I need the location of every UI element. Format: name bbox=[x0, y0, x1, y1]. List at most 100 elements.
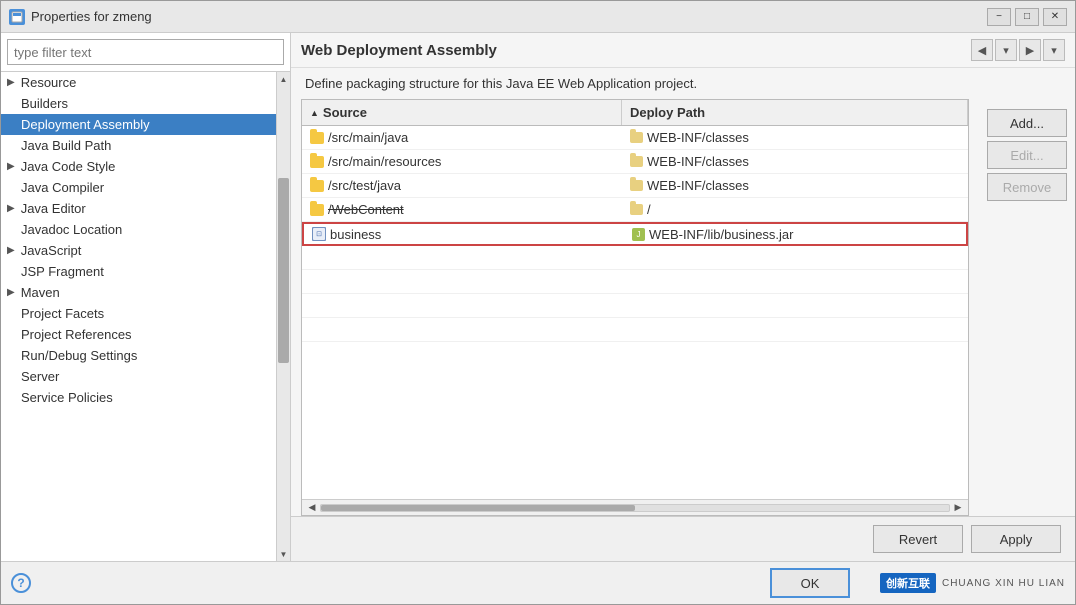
sidebar-item-label: Javadoc Location bbox=[21, 222, 122, 237]
window-controls: − □ ✕ bbox=[987, 8, 1067, 26]
source-cell: /src/main/resources bbox=[302, 150, 622, 173]
table-header: ▲ Source Deploy Path bbox=[302, 100, 968, 126]
scroll-down-button[interactable]: ▼ bbox=[277, 547, 291, 561]
right-main: ▲ Source Deploy Path bbox=[291, 99, 979, 516]
right-top-bar: Web Deployment Assembly ◀ ▾ ▶ ▾ bbox=[291, 33, 1075, 68]
sidebar-item-label: Project Facets bbox=[21, 306, 104, 321]
folder-icon bbox=[630, 156, 643, 167]
source-column-header: ▲ Source bbox=[302, 100, 622, 125]
sidebar-item-run-debug-settings[interactable]: Run/Debug Settings bbox=[1, 345, 276, 366]
sidebar-item-label: Run/Debug Settings bbox=[21, 348, 137, 363]
scrollbar-thumb[interactable] bbox=[321, 505, 635, 511]
left-panel: ▶ Resource Builders Deployment Assembly … bbox=[1, 33, 291, 561]
back-button[interactable]: ◀ bbox=[971, 39, 993, 61]
deploy-cell: / bbox=[622, 198, 968, 221]
right-panel: Web Deployment Assembly ◀ ▾ ▶ ▾ bbox=[291, 33, 1075, 561]
back-dropdown-button[interactable]: ▾ bbox=[995, 39, 1017, 61]
sidebar-item-label: Java Build Path bbox=[21, 138, 111, 153]
table-row[interactable] bbox=[302, 270, 968, 294]
scrollbar-track bbox=[320, 504, 950, 512]
sidebar-item-label: Java Editor bbox=[21, 201, 86, 216]
deploy-cell: J WEB-INF/lib/business.jar bbox=[624, 224, 966, 244]
deploy-value: / bbox=[647, 202, 651, 217]
jar-icon: J bbox=[632, 228, 645, 241]
sidebar-item-label: JSP Fragment bbox=[21, 264, 104, 279]
sidebar-item-project-facets[interactable]: Project Facets bbox=[1, 303, 276, 324]
filter-box bbox=[1, 33, 290, 72]
main-content: ▶ Resource Builders Deployment Assembly … bbox=[1, 33, 1075, 561]
deploy-column-header: Deploy Path bbox=[622, 100, 968, 125]
expand-arrow: ▶ bbox=[7, 245, 15, 256]
ok-button[interactable]: OK bbox=[770, 568, 850, 598]
forward-dropdown-button[interactable]: ▾ bbox=[1043, 39, 1065, 61]
help-button[interactable]: ? bbox=[11, 573, 31, 593]
sidebar-item-java-editor[interactable]: ▶ Java Editor bbox=[1, 198, 276, 219]
nav-area: ▶ Resource Builders Deployment Assembly … bbox=[1, 72, 290, 561]
deploy-cell: WEB-INF/classes bbox=[622, 126, 968, 149]
folder-icon bbox=[310, 156, 324, 168]
sidebar-item-deployment-assembly[interactable]: Deployment Assembly bbox=[1, 114, 276, 135]
source-value: /src/main/resources bbox=[328, 154, 441, 169]
table-row[interactable] bbox=[302, 246, 968, 270]
table-row[interactable]: /src/test/java WEB-INF/classes bbox=[302, 174, 968, 198]
sidebar-item-java-compiler[interactable]: Java Compiler bbox=[1, 177, 276, 198]
footer-bar: ? OK 创新互联 CHUANG XIN HU LIAN bbox=[1, 561, 1075, 604]
table-row[interactable] bbox=[302, 294, 968, 318]
folder-icon bbox=[310, 180, 324, 192]
revert-button[interactable]: Revert bbox=[873, 525, 963, 553]
sidebar-item-label: Service Policies bbox=[21, 390, 113, 405]
deploy-cell: WEB-INF/classes bbox=[622, 174, 968, 197]
folder-icon bbox=[630, 204, 643, 215]
sidebar-item-java-code-style[interactable]: ▶ Java Code Style bbox=[1, 156, 276, 177]
filter-input[interactable] bbox=[7, 39, 284, 65]
forward-button[interactable]: ▶ bbox=[1019, 39, 1041, 61]
table-row[interactable] bbox=[302, 318, 968, 342]
watermark-text: CHUANG XIN HU LIAN bbox=[942, 578, 1065, 589]
sidebar-item-server[interactable]: Server bbox=[1, 366, 276, 387]
sidebar-item-label: Deployment Assembly bbox=[21, 117, 150, 132]
deploy-value: WEB-INF/lib/business.jar bbox=[649, 227, 793, 242]
add-button[interactable]: Add... bbox=[987, 109, 1067, 137]
sidebar-item-label: Project References bbox=[21, 327, 132, 342]
close-button[interactable]: ✕ bbox=[1043, 8, 1067, 26]
edit-button[interactable]: Edit... bbox=[987, 141, 1067, 169]
action-buttons: Add... Edit... Remove bbox=[979, 99, 1075, 516]
bottom-bar: Revert Apply bbox=[291, 516, 1075, 561]
sidebar-item-builders[interactable]: Builders bbox=[1, 93, 276, 114]
table-row[interactable]: /WebContent / bbox=[302, 198, 968, 222]
scroll-up-button[interactable]: ▲ bbox=[277, 72, 291, 86]
sidebar-item-label: Builders bbox=[21, 96, 68, 111]
table-row[interactable]: /src/main/resources WEB-INF/classes bbox=[302, 150, 968, 174]
sidebar-item-resource[interactable]: ▶ Resource bbox=[1, 72, 276, 93]
scroll-thumb-area bbox=[277, 86, 290, 547]
sidebar-item-java-build-path[interactable]: Java Build Path bbox=[1, 135, 276, 156]
sidebar-item-project-references[interactable]: Project References bbox=[1, 324, 276, 345]
sidebar-item-service-policies[interactable]: Service Policies bbox=[1, 387, 276, 408]
remove-button[interactable]: Remove bbox=[987, 173, 1067, 201]
sidebar-item-javascript[interactable]: ▶ JavaScript bbox=[1, 240, 276, 261]
source-cell: /src/test/java bbox=[302, 174, 622, 197]
scroll-left-button[interactable]: ◀ bbox=[304, 500, 320, 516]
scroll-right-button[interactable]: ▶ bbox=[950, 500, 966, 516]
sidebar-item-label: Server bbox=[21, 369, 59, 384]
minimize-button[interactable]: − bbox=[987, 8, 1011, 26]
sidebar-item-maven[interactable]: ▶ Maven bbox=[1, 282, 276, 303]
bottom-buttons-row: Revert Apply bbox=[291, 517, 1075, 561]
deploy-cell: WEB-INF/classes bbox=[622, 150, 968, 173]
sidebar-item-jsp-fragment[interactable]: JSP Fragment bbox=[1, 261, 276, 282]
table-row[interactable]: ⊡ business J WEB-INF/lib/business.jar bbox=[302, 222, 968, 246]
main-window: Properties for zmeng − □ ✕ ▶ Resource bbox=[0, 0, 1076, 605]
ok-cancel-area: OK bbox=[770, 568, 850, 598]
apply-button[interactable]: Apply bbox=[971, 525, 1061, 553]
nav-scrollbar: ▲ ▼ bbox=[276, 72, 290, 561]
source-value: /src/test/java bbox=[328, 178, 401, 193]
table-row[interactable]: /src/main/java WEB-INF/classes bbox=[302, 126, 968, 150]
deploy-value: WEB-INF/classes bbox=[647, 178, 749, 193]
sidebar-item-javadoc-location[interactable]: Javadoc Location bbox=[1, 219, 276, 240]
sidebar-item-label: Maven bbox=[21, 285, 60, 300]
sidebar-item-label: JavaScript bbox=[21, 243, 82, 258]
deploy-value: WEB-INF/classes bbox=[647, 130, 749, 145]
maximize-button[interactable]: □ bbox=[1015, 8, 1039, 26]
back-dropdown-icon: ▾ bbox=[1003, 44, 1009, 57]
folder-icon bbox=[310, 132, 324, 144]
